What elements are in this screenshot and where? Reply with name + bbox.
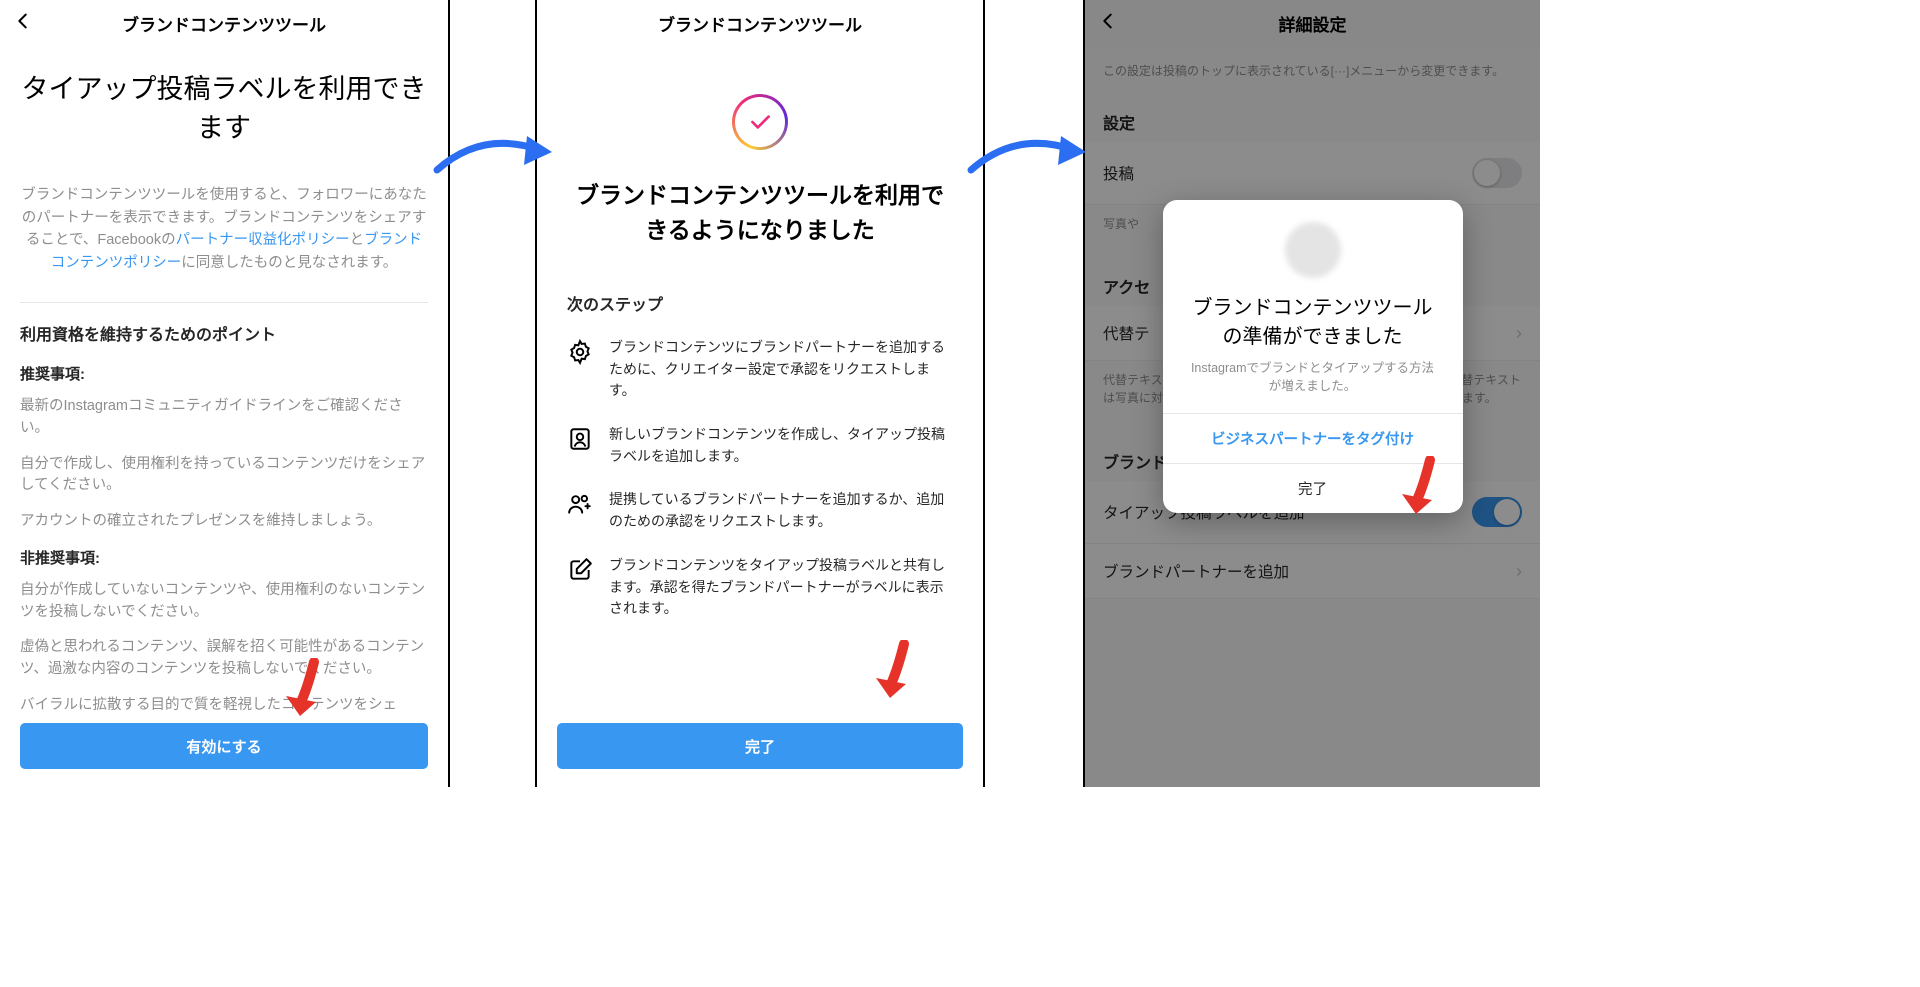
step-item: 新しいブランドコンテンツを作成し、タイアップ投稿ラベルを追加します。 [537, 410, 983, 475]
add-user-icon [567, 491, 593, 517]
modal-subtitle: Instagramでブランドとタイアップする方法が増えました。 [1163, 360, 1463, 413]
enable-button[interactable]: 有効にする [20, 723, 428, 769]
edit-icon [567, 557, 593, 583]
done-button[interactable]: 完了 [557, 723, 963, 769]
back-icon[interactable] [12, 10, 34, 37]
avatar [1285, 222, 1341, 278]
red-pointer-icon [1396, 456, 1444, 523]
flow-arrow-icon [966, 120, 1096, 195]
step-text: ブランドコンテンツをタイアップ投稿ラベルと共有します。承認を得たブランドパートナ… [609, 555, 953, 620]
red-pointer-icon [280, 658, 328, 725]
header-bar: ブランドコンテンツツール [0, 0, 448, 46]
recommended-heading: 推奨事項: [0, 359, 448, 392]
gear-icon [567, 339, 593, 365]
recommended-item: 自分で作成し、使用権利を持っているコンテンツだけをシェアしてください。 [0, 450, 448, 508]
step-item: ブランドコンテンツにブランドパートナーを追加するために、クリエイター設定で承認を… [537, 323, 983, 410]
link-partner-policy[interactable]: パートナー収益化ポリシー [176, 232, 350, 248]
header-title: ブランドコンテンツツール [122, 11, 326, 36]
recommended-item: アカウントの確立されたプレゼンスを維持しましょう。 [0, 507, 448, 543]
not-recommended-item: 自分が作成していないコンテンツや、使用権利のないコンテンツを投稿しないでください… [0, 576, 448, 634]
not-recommended-item: バイラルに拡散する目的で質を軽視したコンテンツをシェ [0, 691, 448, 727]
step-text: ブランドコンテンツにブランドパートナーを追加するために、クリエイター設定で承認を… [609, 337, 953, 402]
screen-eligibility: ブランドコンテンツツール タイアップ投稿ラベルを利用できます ブランドコンテンツ… [0, 0, 450, 787]
not-recommended-item: 虚偽と思われるコンテンツ、誤解を招く可能性があるコンテンツ、過激な内容のコンテン… [0, 633, 448, 691]
flow-arrow-icon [432, 120, 562, 195]
section-heading: 利用資格を維持するためのポイント [0, 303, 448, 359]
profile-icon [567, 426, 593, 452]
step-item: ブランドコンテンツをタイアップ投稿ラベルと共有します。承認を得たブランドパートナ… [537, 541, 983, 628]
recommended-item: 最新のInstagramコミュニティガイドラインをご確認ください。 [0, 392, 448, 450]
page-title: タイアップ投稿ラベルを利用できます [0, 46, 448, 158]
screen-advanced-settings: 詳細設定 この設定は投稿のトップに表示されている[···]メニューから変更できま… [1083, 0, 1540, 787]
next-steps-heading: 次のステップ [537, 257, 983, 323]
not-recommended-heading: 非推奨事項: [0, 543, 448, 576]
step-text: 提携しているブランドパートナーを追加するか、追加のための承認をリクエストします。 [609, 489, 953, 532]
step-text: 新しいブランドコンテンツを作成し、タイアップ投稿ラベルを追加します。 [609, 424, 953, 467]
modal-title: ブランドコンテンツツールの準備ができました [1163, 288, 1463, 360]
red-pointer-icon [870, 640, 918, 707]
step-item: 提携しているブランドパートナーを追加するか、追加のための承認をリクエストします。 [537, 475, 983, 540]
success-icon-wrap [537, 46, 983, 174]
header-bar: ブランドコンテンツツール [537, 0, 983, 46]
page-description: ブランドコンテンツツールを使用すると、フォロワーにあなたのパートナーを表示できま… [0, 158, 448, 294]
page-title: ブランドコンテンツツールを利用できるようになりました [537, 174, 983, 257]
gradient-ring-icon [732, 94, 788, 150]
desc-text: と [350, 232, 365, 248]
header-title: ブランドコンテンツツール [658, 11, 862, 36]
desc-text: に同意したものと見なされます。 [181, 255, 397, 271]
